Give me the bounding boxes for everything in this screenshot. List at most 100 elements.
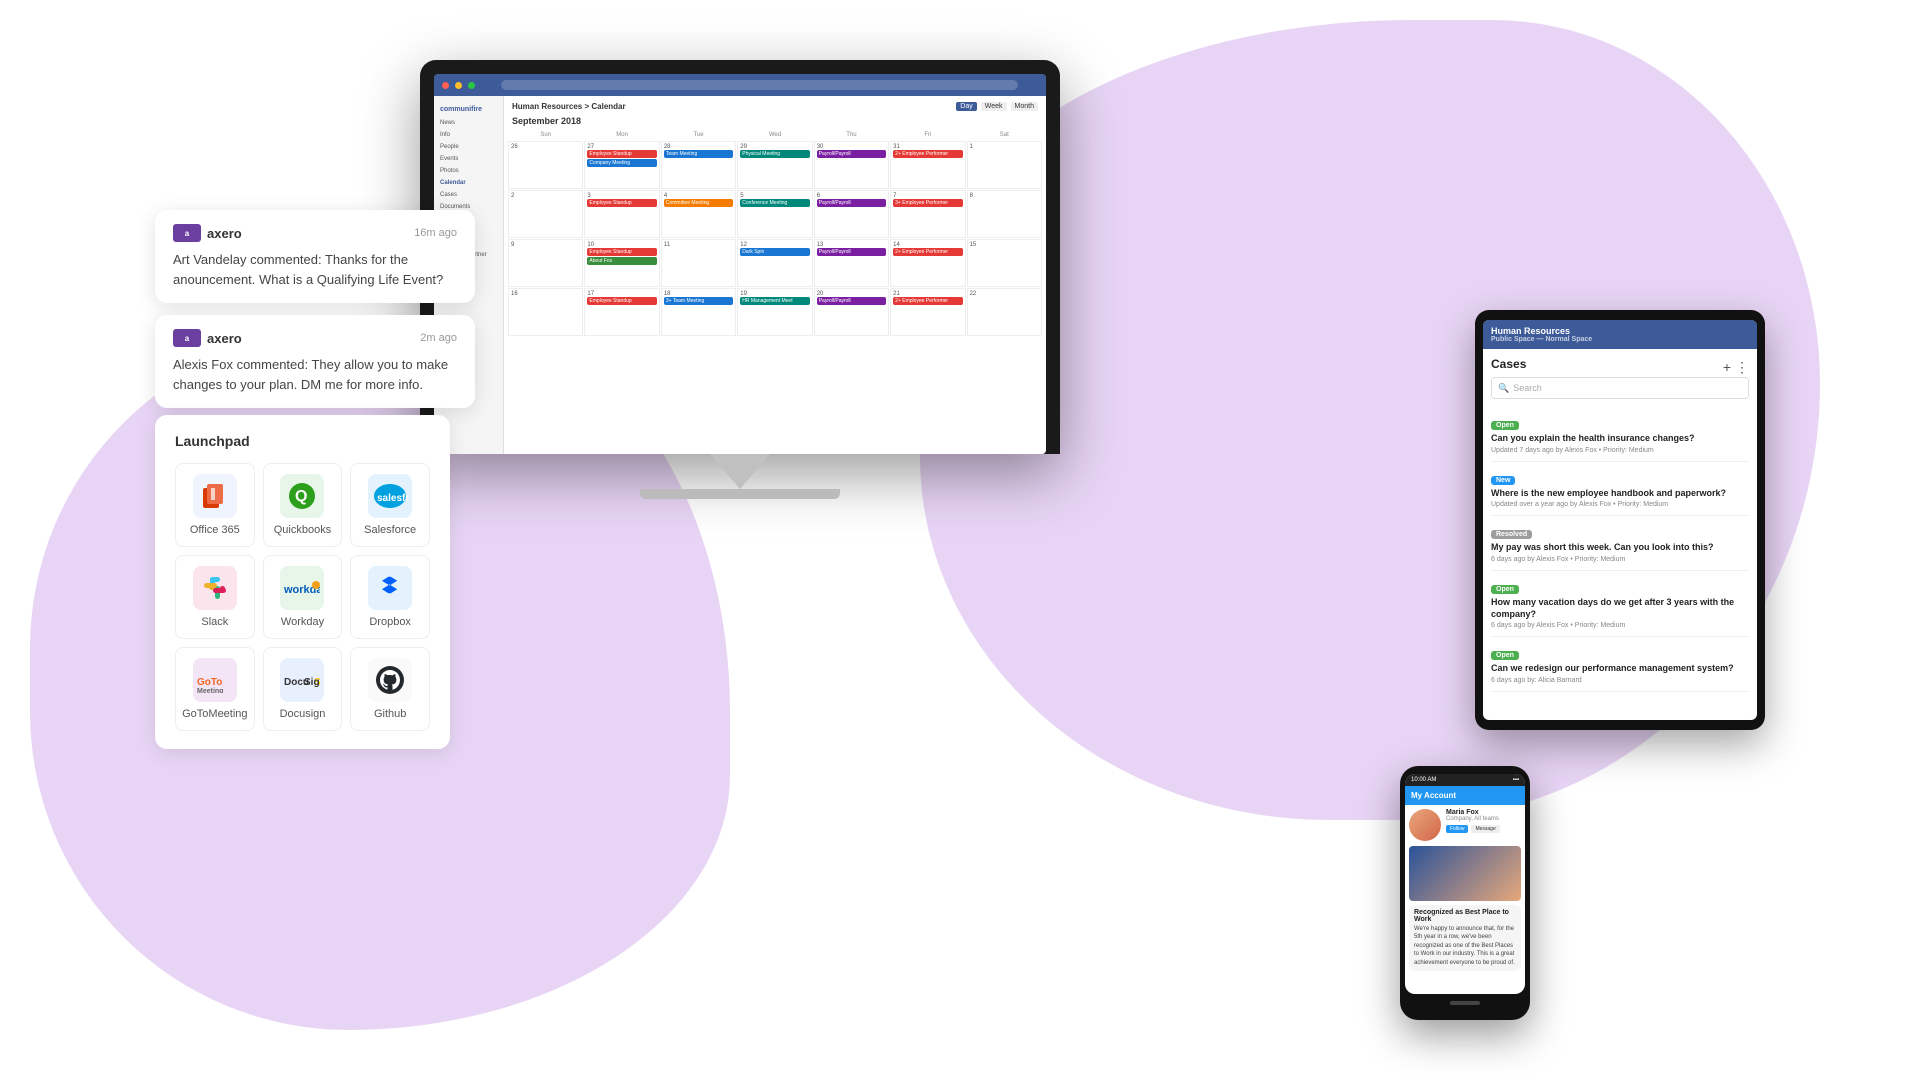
sidebar-item-news[interactable]: News [438, 117, 499, 129]
cal-event: About Fox [587, 257, 656, 265]
case-item-2[interactable]: New Where is the new employee handbook a… [1491, 462, 1749, 517]
office365-label: Office 365 [190, 524, 240, 536]
view-week-button[interactable]: Week [981, 102, 1007, 111]
axero-logo-icon-2: a [173, 329, 201, 347]
cases-header-row: Cases + ⋮ [1491, 357, 1749, 377]
sidebar-item-calendar[interactable]: Calendar [438, 177, 499, 189]
phone-status-bar: 10:00 AM ▪▪▪ [1405, 774, 1525, 786]
axero-brand-name-1: axero [207, 226, 242, 241]
cal-cell-18: 12 Dark Spin [737, 239, 812, 287]
cases-menu-button[interactable]: ⋮ [1735, 359, 1749, 376]
gotomeeting-label: GoToMeeting [182, 708, 247, 720]
cal-cell-25: 19 HR Management Meet [737, 288, 812, 336]
cal-cell-3: 28 Team Meeting [661, 141, 736, 189]
cal-cell-15: 9 [508, 239, 583, 287]
github-label: Github [374, 708, 406, 720]
cal-cell-11: 5 Conference Meeting [737, 190, 812, 238]
cases-add-button[interactable]: + [1723, 359, 1731, 376]
message-button[interactable]: Message [1471, 825, 1499, 833]
monitor-neck-top [710, 454, 770, 489]
cal-cell-2: 27 Employee Standup Company Meeting [584, 141, 659, 189]
calendar-titlebar [434, 74, 1046, 96]
phone-body: Maria Fox Company, All teams Follow Mess… [1405, 805, 1525, 975]
tablet-hr-title: Human Resources [1491, 326, 1749, 336]
quickbooks-icon: Q [280, 474, 324, 518]
monitor-base [640, 489, 840, 499]
dropbox-icon [368, 566, 412, 610]
case-meta-4: 6 days ago by Alexis Fox • Priority: Med… [1491, 622, 1749, 629]
launchpad-item-quickbooks[interactable]: Q Quickbooks [263, 463, 343, 547]
notif-brand-1: a axero [173, 224, 242, 242]
view-day-button[interactable]: Day [956, 102, 976, 111]
notification-card-2: a axero 2m ago Alexis Fox commented: The… [155, 315, 475, 408]
launchpad-item-github[interactable]: Github [350, 647, 430, 731]
svg-text:Sign: Sign [304, 677, 320, 688]
view-month-button[interactable]: Month [1011, 102, 1038, 111]
launchpad-item-slack[interactable]: Slack [175, 555, 255, 639]
cal-event: Employee Standup [587, 199, 656, 207]
launchpad-title: Launchpad [175, 433, 430, 449]
github-icon [368, 658, 412, 702]
case-question-5: Can we redesign our performance manageme… [1491, 663, 1749, 675]
cal-cell-7: 1 [967, 141, 1042, 189]
quickbooks-label: Quickbooks [274, 524, 331, 536]
launchpad-panel: Launchpad Office 365 Q Quickbooks [155, 415, 450, 749]
phone-header: My Account [1405, 786, 1525, 805]
notifications-panel: a axero 16m ago Art Vandelay commented: … [155, 210, 475, 408]
cal-cell-9: 3 Employee Standup [584, 190, 659, 238]
launchpad-item-office365[interactable]: Office 365 [175, 463, 255, 547]
calendar-month-title: September 2018 [508, 116, 1042, 126]
cases-section-title: Cases [1491, 357, 1526, 371]
cal-event: Employee Standup [587, 297, 656, 305]
home-button[interactable] [1450, 1001, 1480, 1005]
cal-cell-10: 4 Committee Meeting [661, 190, 736, 238]
cal-cell-12: 6 Payroll/Payroll [814, 190, 889, 238]
address-bar [501, 80, 1018, 90]
day-header-sun: Sun [508, 130, 583, 140]
case-item-1[interactable]: Open Can you explain the health insuranc… [1491, 407, 1749, 462]
day-header-thu: Thu [814, 130, 889, 140]
cal-cell-1: 26 [508, 141, 583, 189]
cal-cell-16: 10 Employee Standup About Fox [584, 239, 659, 287]
cal-cell-8: 2 [508, 190, 583, 238]
calendar-main: Human Resources > Calendar Day Week Mont… [504, 96, 1046, 454]
svg-text:salesforce: salesforce [377, 493, 408, 504]
axero-brand-name-2: axero [207, 331, 242, 346]
tablet-screen: Human Resources Public Space — Normal Sp… [1483, 320, 1757, 720]
case-item-4[interactable]: Open How many vacation days do we get af… [1491, 571, 1749, 637]
tablet-container: Human Resources Public Space — Normal Sp… [1475, 310, 1765, 730]
sidebar-item-info[interactable]: Info [438, 129, 499, 141]
case-badge-5: Open [1491, 651, 1519, 660]
cal-cell-21: 15 [967, 239, 1042, 287]
search-placeholder: Search [1513, 383, 1542, 393]
day-header-tue: Tue [661, 130, 736, 140]
case-meta-2: Updated over a year ago by Alexis Fox • … [1491, 501, 1749, 508]
day-header-sat: Sat [967, 130, 1042, 140]
sidebar-item-photos[interactable]: Photos [438, 165, 499, 177]
case-badge-1: Open [1491, 421, 1519, 430]
case-item-3[interactable]: Resolved My pay was short this week. Can… [1491, 516, 1749, 571]
docusign-label: Docusign [280, 708, 326, 720]
svg-text:GoTo: GoTo [197, 677, 222, 688]
phone-screen: 10:00 AM ▪▪▪ My Account Maria Fox Compan… [1405, 774, 1525, 994]
cases-search-bar[interactable]: 🔍 Search [1491, 377, 1749, 399]
sidebar-item-events[interactable]: Events [438, 153, 499, 165]
gotomeeting-icon: GoTo Meeting [193, 658, 237, 702]
launchpad-item-salesforce[interactable]: salesforce Salesforce [350, 463, 430, 547]
follow-button[interactable]: Follow [1446, 825, 1468, 833]
axero-logo-text-2: a [185, 334, 189, 343]
svg-text:Q: Q [295, 488, 307, 505]
notification-card-1: a axero 16m ago Art Vandelay commented: … [155, 210, 475, 303]
case-badge-3: Resolved [1491, 530, 1532, 539]
launchpad-item-docusign[interactable]: Docu S Sign Docusign [263, 647, 343, 731]
launchpad-item-workday[interactable]: workday Workday [263, 555, 343, 639]
cal-event: 3+ Employee Performer [893, 199, 962, 207]
launchpad-item-gotomeeting[interactable]: GoTo Meeting GoToMeeting [175, 647, 255, 731]
sidebar-item-people[interactable]: People [438, 141, 499, 153]
cases-actions: + ⋮ [1723, 359, 1749, 376]
case-item-5[interactable]: Open Can we redesign our performance man… [1491, 637, 1749, 692]
cal-cell-5: 30 Payroll/Payroll [814, 141, 889, 189]
notif-body-2: Alexis Fox commented: They allow you to … [173, 355, 457, 394]
launchpad-item-dropbox[interactable]: Dropbox [350, 555, 430, 639]
sidebar-item-cases[interactable]: Cases [438, 189, 499, 201]
